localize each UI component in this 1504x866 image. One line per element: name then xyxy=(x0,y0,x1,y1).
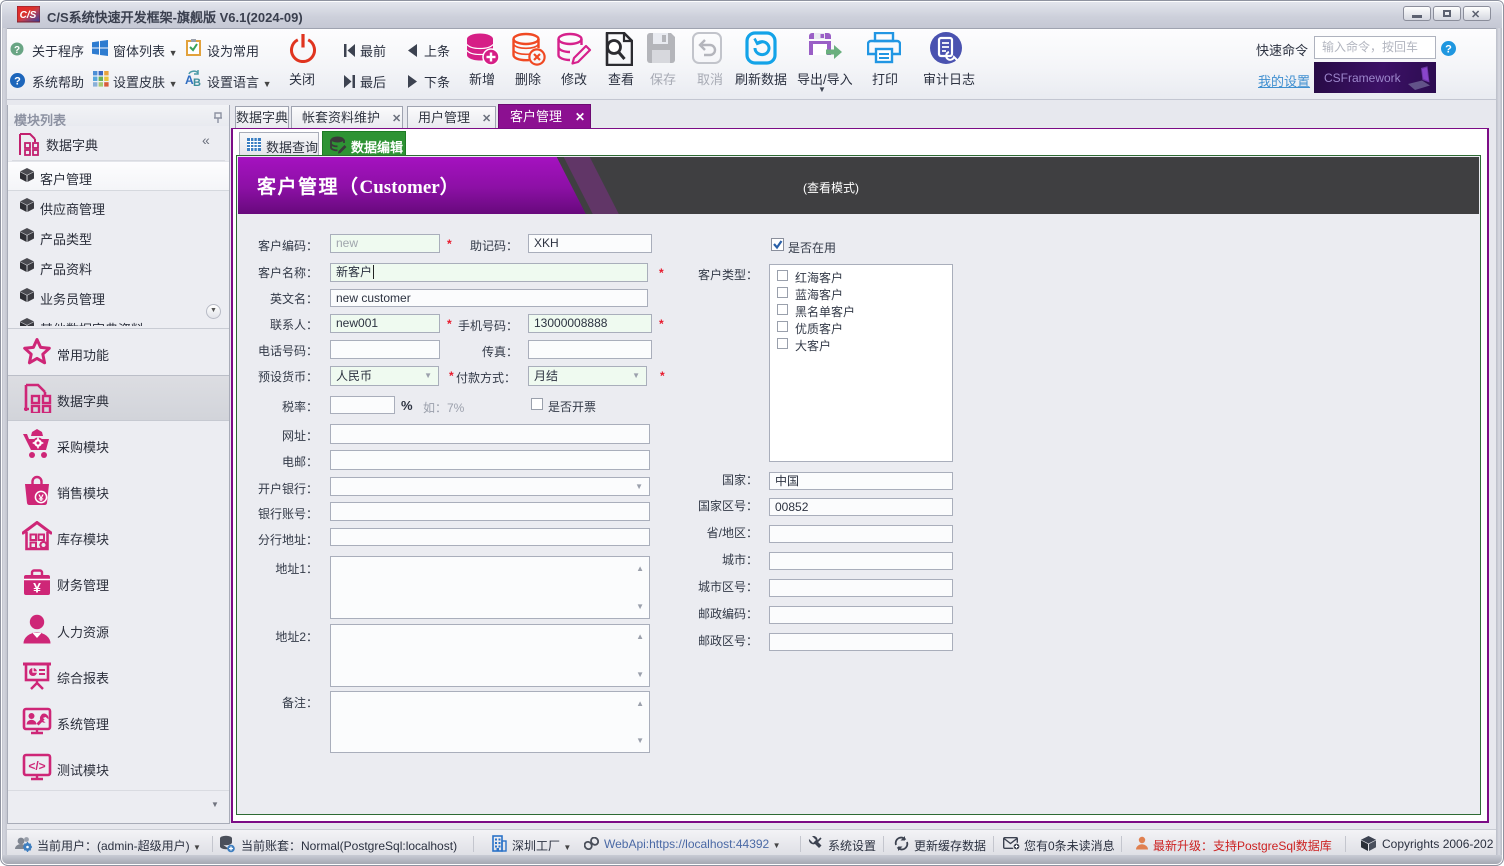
svg-text:</>: </> xyxy=(28,759,45,773)
svg-text:¥: ¥ xyxy=(33,580,41,596)
svg-text:¥: ¥ xyxy=(38,493,44,504)
svg-text:C/S: C/S xyxy=(20,10,37,21)
svg-text:?: ? xyxy=(14,76,21,88)
svg-text:?: ? xyxy=(1445,44,1452,56)
svg-text:?: ? xyxy=(14,45,20,56)
svg-text:B: B xyxy=(193,77,201,87)
